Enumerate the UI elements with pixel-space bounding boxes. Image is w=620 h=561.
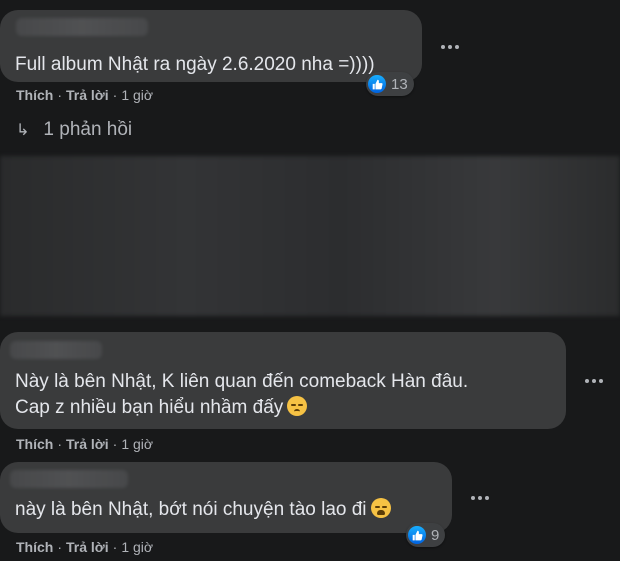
like-reaction-icon	[368, 75, 386, 93]
reply-arrow-icon: ↳	[16, 122, 30, 139]
pleading-face-emoji	[370, 498, 391, 518]
comment-actions: Thích · Trả lời · 1 giờ	[16, 539, 153, 555]
separator: ·	[57, 87, 63, 103]
comment-text-line-2: Cap z nhiều bạn hiểu nhầm đấy	[15, 395, 308, 421]
separator: ·	[112, 436, 118, 452]
pensive-face-emoji	[287, 396, 308, 416]
separator: ·	[57, 539, 63, 555]
replies-count-label: 1 phản hồi	[43, 119, 133, 140]
like-link[interactable]: Thích	[16, 87, 53, 103]
author-name-redacted	[16, 18, 148, 36]
like-link[interactable]: Thích	[16, 436, 53, 452]
comment-actions: Thích · Trả lời · 1 giờ	[16, 87, 153, 103]
more-options-icon[interactable]	[580, 367, 608, 395]
reaction-badge[interactable]: 9	[406, 523, 446, 547]
comment-bubble: này là bên Nhật, bớt nói chuyện tào lao …	[0, 462, 452, 533]
reply-link[interactable]: Trả lời	[66, 436, 109, 452]
separator: ·	[57, 436, 63, 452]
timestamp[interactable]: 1 giờ	[121, 87, 153, 103]
more-options-icon[interactable]	[436, 33, 464, 61]
like-link[interactable]: Thích	[16, 539, 53, 555]
more-options-icon[interactable]	[466, 484, 494, 512]
timestamp[interactable]: 1 giờ	[121, 436, 153, 452]
comment-text: Full album Nhật ra ngày 2.6.2020 nha =))…	[15, 54, 375, 75]
reaction-count: 13	[391, 75, 408, 93]
reply-link[interactable]: Trả lời	[66, 87, 109, 103]
author-name-redacted	[10, 470, 128, 488]
separator: ·	[112, 539, 118, 555]
like-reaction-icon	[408, 526, 426, 544]
comment-bubble: Này là bên Nhật, K liên quan đến comebac…	[0, 332, 566, 429]
reply-link[interactable]: Trả lời	[66, 539, 109, 555]
redacted-content-area	[0, 156, 620, 316]
comment-text-line-1: Này là bên Nhật, K liên quan đến comebac…	[15, 371, 469, 392]
reaction-count: 9	[431, 526, 440, 544]
comment-bubble: Full album Nhật ra ngày 2.6.2020 nha =))…	[0, 10, 422, 82]
comment-actions: Thích · Trả lời · 1 giờ	[16, 436, 153, 452]
reaction-badge[interactable]: 13	[366, 72, 414, 96]
comment-text: này là bên Nhật, bớt nói chuyện tào lao …	[15, 497, 391, 523]
view-replies-link[interactable]: ↳ 1 phản hồi	[16, 119, 132, 141]
author-name-redacted	[10, 341, 102, 359]
timestamp[interactable]: 1 giờ	[121, 539, 153, 555]
separator: ·	[112, 87, 118, 103]
